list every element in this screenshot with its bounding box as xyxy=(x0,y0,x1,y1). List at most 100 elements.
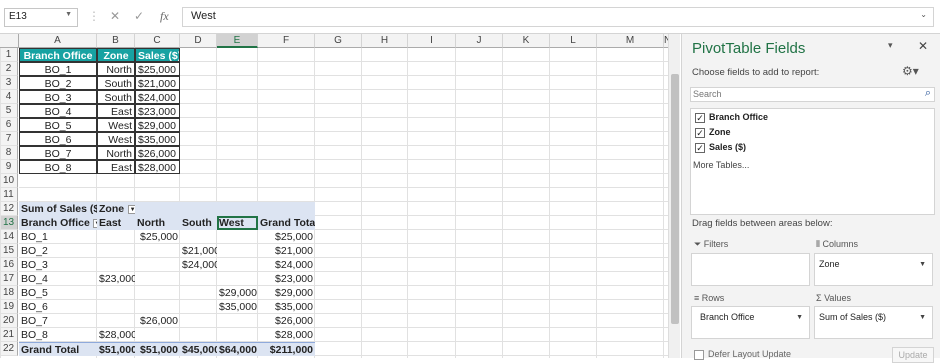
column-header[interactable]: D xyxy=(180,34,217,48)
pivot-row-label[interactable]: BO_3 xyxy=(19,258,97,272)
table-cell[interactable]: BO_2 xyxy=(19,76,97,90)
table-cell[interactable]: BO_8 xyxy=(19,160,97,174)
cancel-icon[interactable]: ✕ xyxy=(110,9,120,23)
table-cell[interactable]: $21,000 xyxy=(135,76,180,90)
table-cell[interactable]: South xyxy=(97,90,135,104)
field-search-input[interactable]: Search ⌕ xyxy=(690,87,935,102)
rows-drop-area[interactable]: Branch Office ▼ xyxy=(691,306,810,339)
pane-options-chevron-icon[interactable]: ▾ xyxy=(888,40,893,51)
pivot-row-field-header[interactable]: Branch Office▼ xyxy=(19,216,97,230)
table-cell[interactable]: BO_1 xyxy=(19,62,97,76)
table-cell[interactable]: $26,000 xyxy=(135,146,180,160)
pivot-value-cell[interactable]: $29,000 xyxy=(258,286,315,300)
column-header[interactable]: M xyxy=(597,34,664,48)
row-header[interactable]: 11 xyxy=(0,188,18,202)
pivot-value-cell[interactable] xyxy=(180,314,217,328)
column-header[interactable]: K xyxy=(503,34,550,48)
pivot-row-label[interactable]: BO_2 xyxy=(19,244,97,258)
pivot-value-cell[interactable] xyxy=(217,314,258,328)
table-cell[interactable]: North xyxy=(97,146,135,160)
row-header[interactable]: 18 xyxy=(0,286,18,300)
table-header-cell[interactable]: Zone xyxy=(97,48,135,62)
checkbox-sales[interactable]: ✓ xyxy=(695,143,705,153)
pivot-value-cell[interactable]: $29,000 xyxy=(217,286,258,300)
pivot-value-cell[interactable] xyxy=(97,230,135,244)
pivot-value-cell[interactable]: $23,000 xyxy=(258,272,315,286)
pivot-value-cell[interactable]: $26,000 xyxy=(258,314,315,328)
pivot-value-cell[interactable] xyxy=(97,258,135,272)
pivot-value-cell[interactable] xyxy=(217,272,258,286)
vertical-scrollbar[interactable] xyxy=(668,34,680,358)
pivot-value-cell[interactable] xyxy=(135,244,180,258)
filters-drop-area[interactable] xyxy=(691,253,810,286)
filter-dropdown-icon[interactable]: ▼ xyxy=(128,204,135,214)
pivot-grand-total-cell[interactable]: $51,000 xyxy=(135,342,180,356)
formula-input[interactable]: West ⌄ xyxy=(182,7,934,27)
pivot-row-label[interactable]: BO_5 xyxy=(19,286,97,300)
pivot-column-header[interactable]: North xyxy=(135,216,180,230)
row-header[interactable]: 14 xyxy=(0,230,18,244)
checkbox-branch-office[interactable]: ✓ xyxy=(695,113,705,123)
pivot-row-label[interactable]: BO_1 xyxy=(19,230,97,244)
pivot-value-cell[interactable] xyxy=(180,272,217,286)
pivot-value-cell[interactable]: $28,000 xyxy=(258,328,315,342)
close-icon[interactable]: ✕ xyxy=(918,39,928,53)
row-header[interactable]: 6 xyxy=(0,118,18,132)
pivot-row-label[interactable]: BO_8 xyxy=(19,328,97,342)
table-cell[interactable]: South xyxy=(97,76,135,90)
pivot-row-label[interactable]: BO_6 xyxy=(19,300,97,314)
row-header[interactable]: 9 xyxy=(0,160,18,174)
pivot-grand-total-cell[interactable]: $211,000 xyxy=(258,342,315,356)
rows-item-branch-office[interactable]: Branch Office xyxy=(700,312,754,322)
pivot-value-cell[interactable] xyxy=(217,230,258,244)
field-label-zone[interactable]: Zone xyxy=(709,127,731,137)
table-cell[interactable]: BO_3 xyxy=(19,90,97,104)
pivot-grand-total-label[interactable]: Grand Total xyxy=(19,342,97,356)
pivot-value-cell[interactable]: $21,000 xyxy=(258,244,315,258)
pivot-value-cell[interactable]: $24,000 xyxy=(258,258,315,272)
column-header[interactable]: J xyxy=(456,34,503,48)
table-cell[interactable]: $25,000 xyxy=(135,62,180,76)
pivot-grand-total-cell[interactable]: $64,000 xyxy=(217,342,258,356)
row-header[interactable]: 8 xyxy=(0,146,18,160)
table-cell[interactable]: BO_6 xyxy=(19,132,97,146)
enter-icon[interactable]: ✓ xyxy=(134,9,144,23)
columns-item-zone[interactable]: Zone xyxy=(819,259,840,269)
column-header[interactable]: L xyxy=(550,34,597,48)
column-header[interactable]: G xyxy=(315,34,362,48)
table-header-cell[interactable]: Branch Office xyxy=(19,48,97,62)
table-cell[interactable]: East xyxy=(97,160,135,174)
pivot-value-cell[interactable]: $35,000 xyxy=(217,300,258,314)
pivot-value-cell[interactable]: $28,000 xyxy=(97,328,135,342)
pivot-value-cell[interactable] xyxy=(97,244,135,258)
scrollbar-thumb[interactable] xyxy=(671,74,679,324)
pivot-grand-total-cell[interactable]: $45,000 xyxy=(180,342,217,356)
checkbox-zone[interactable]: ✓ xyxy=(695,128,705,138)
table-cell[interactable]: West xyxy=(97,132,135,146)
table-cell[interactable]: East xyxy=(97,104,135,118)
table-cell[interactable]: $29,000 xyxy=(135,118,180,132)
row-header[interactable]: 17 xyxy=(0,272,18,286)
column-header[interactable]: H xyxy=(362,34,408,48)
table-cell[interactable]: BO_7 xyxy=(19,146,97,160)
column-header[interactable]: B xyxy=(97,34,135,48)
row-header[interactable]: 20 xyxy=(0,314,18,328)
table-cell[interactable]: $24,000 xyxy=(135,90,180,104)
pivot-value-cell[interactable]: $25,000 xyxy=(135,230,180,244)
expand-formula-icon[interactable]: ⌄ xyxy=(920,10,927,19)
pivot-value-cell[interactable]: $26,000 xyxy=(135,314,180,328)
table-cell[interactable]: West xyxy=(97,118,135,132)
name-box[interactable]: E13 ▼ xyxy=(4,8,78,27)
row-header[interactable]: 10 xyxy=(0,174,18,188)
select-all-corner[interactable] xyxy=(0,34,19,48)
table-cell[interactable]: North xyxy=(97,62,135,76)
pivot-header-fill[interactable] xyxy=(217,202,258,216)
row-header[interactable]: 12 xyxy=(0,202,18,216)
pivot-header-fill[interactable] xyxy=(258,202,315,216)
table-cell[interactable]: $35,000 xyxy=(135,132,180,146)
row-header[interactable]: 5 xyxy=(0,104,18,118)
pivot-value-cell[interactable]: $35,000 xyxy=(258,300,315,314)
table-cell[interactable]: BO_5 xyxy=(19,118,97,132)
row-header[interactable]: 21 xyxy=(0,328,18,342)
pivot-value-cell[interactable] xyxy=(97,314,135,328)
